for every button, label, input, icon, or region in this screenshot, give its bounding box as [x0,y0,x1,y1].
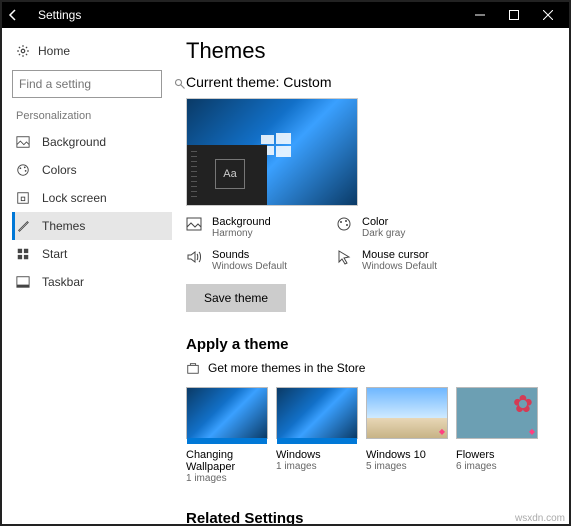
home-label: Home [38,44,70,58]
search-input[interactable] [19,77,174,91]
theme-thumb [186,387,268,439]
theme-card-changing-wallpaper[interactable]: Changing Wallpaper 1 images [186,387,268,484]
page-title: Themes [186,38,553,64]
close-button[interactable] [531,2,565,28]
back-button[interactable] [6,8,30,22]
corner-icon: ◆ [439,427,445,436]
theme-card-windows[interactable]: Windows 1 images [276,387,358,484]
lock-icon [16,191,32,205]
nav-label: Taskbar [42,275,84,289]
theme-sub: 1 images [276,461,358,472]
watermark: wsxdn.com [515,513,565,524]
main-panel: Themes Current theme: Custom Aa Backgrou… [172,28,569,524]
theme-thumb: ◆ [366,387,448,439]
theme-title: Windows 10 [366,449,448,461]
gear-icon [16,44,30,58]
theme-thumb [276,387,358,439]
sidebar: Home Personalization Background Colors L… [2,28,172,524]
theme-title: Changing Wallpaper [186,449,268,473]
search-box[interactable] [12,70,162,98]
cursor-icon [336,249,354,265]
nav-label: Lock screen [42,191,107,205]
prop-label: Color [362,216,405,228]
nav-themes[interactable]: Themes [12,212,172,240]
nav-start[interactable]: Start [12,240,172,268]
start-menu-preview: Aa [187,145,267,205]
apply-theme-heading: Apply a theme [186,336,553,353]
prop-label: Mouse cursor [362,249,437,261]
aa-sample: Aa [215,159,245,189]
theme-sub: 5 images [366,461,448,472]
start-icon [16,247,32,261]
prop-value: Harmony [212,228,271,239]
theme-preview[interactable]: Aa [186,98,358,206]
prop-label: Background [212,216,271,228]
prop-label: Sounds [212,249,287,261]
theme-card-windows-10[interactable]: ◆ Windows 10 5 images [366,387,448,484]
theme-card-flowers[interactable]: ◆ Flowers 6 images [456,387,538,484]
prop-value: Windows Default [362,261,437,272]
prop-background[interactable]: BackgroundHarmony [186,216,336,239]
theme-thumb: ◆ [456,387,538,439]
image-icon [186,216,204,232]
nav-label: Colors [42,163,77,177]
image-icon [16,135,32,149]
nav-background[interactable]: Background [12,128,172,156]
store-icon [186,361,200,375]
home-nav[interactable]: Home [12,38,172,64]
related-settings-heading: Related Settings [186,510,553,524]
nav-lockscreen[interactable]: Lock screen [12,184,172,212]
taskbar-icon [16,275,32,289]
minimize-button[interactable] [463,2,497,28]
section-label: Personalization [16,110,172,122]
themes-row: Changing Wallpaper 1 images Windows 1 im… [186,387,553,484]
save-theme-button[interactable]: Save theme [186,284,286,312]
settings-window: Settings Home Personalization Back [0,0,571,526]
prop-sounds[interactable]: SoundsWindows Default [186,249,336,272]
prop-value: Windows Default [212,261,287,272]
theme-title: Windows [276,449,358,461]
maximize-button[interactable] [497,2,531,28]
prop-cursor[interactable]: Mouse cursorWindows Default [336,249,486,272]
theme-props: BackgroundHarmony ColorDark gray SoundsW… [186,216,553,272]
nav-label: Background [42,135,106,149]
corner-icon: ◆ [529,427,535,436]
prop-value: Dark gray [362,228,405,239]
theme-title: Flowers [456,449,538,461]
palette-icon [336,216,354,232]
store-link[interactable]: Get more themes in the Store [186,361,553,375]
nav-label: Start [42,247,67,261]
titlebar: Settings [2,2,569,28]
current-theme-label: Current theme: Custom [186,74,553,90]
store-link-label: Get more themes in the Store [208,361,365,375]
palette-icon [16,163,32,177]
nav-taskbar[interactable]: Taskbar [12,268,172,296]
sound-icon [186,249,204,265]
nav-colors[interactable]: Colors [12,156,172,184]
window-title: Settings [38,8,81,22]
nav-label: Themes [42,219,85,233]
theme-sub: 6 images [456,461,538,472]
prop-color[interactable]: ColorDark gray [336,216,486,239]
theme-sub: 1 images [186,473,268,484]
brush-icon [16,219,32,233]
